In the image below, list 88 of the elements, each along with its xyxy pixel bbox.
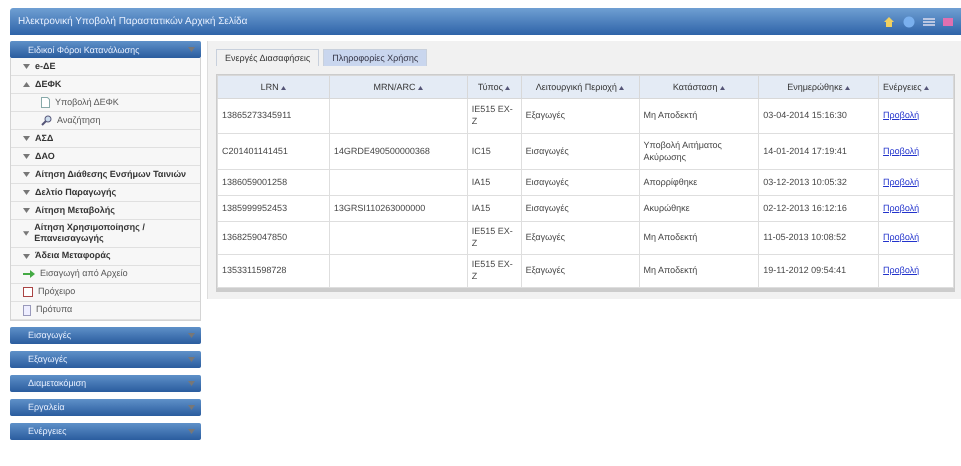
- sort-icon: [281, 86, 286, 90]
- column-header[interactable]: Λειτουργική Περιοχή: [521, 76, 640, 98]
- table-cell: IE515 EX-Z: [467, 254, 522, 288]
- section-header[interactable]: Ενέργειες: [10, 422, 201, 440]
- section-header[interactable]: Διαμετακόμιση: [10, 374, 201, 392]
- table-cell: Εξαγωγές: [521, 254, 640, 288]
- sidebar-header[interactable]: Ειδικοί Φόροι Κατανάλωσης: [10, 41, 201, 58]
- table-cell: 1353311598728: [218, 254, 330, 288]
- section-header[interactable]: Εργαλεία: [10, 398, 201, 416]
- table-cell: 03-12-2013 10:05:32: [758, 170, 879, 196]
- sort-icon: [505, 86, 510, 90]
- table-cell: Εισαγωγές: [521, 170, 640, 196]
- caret-icon: [23, 82, 30, 87]
- table-cell: 1386059001258: [218, 170, 330, 196]
- document-icon: [41, 97, 50, 108]
- view-link[interactable]: Προβολή: [883, 232, 920, 242]
- caret-icon: [23, 230, 30, 236]
- table-cell: 1368259047850: [218, 222, 330, 254]
- column-header[interactable]: Κατάσταση: [639, 76, 759, 98]
- caret-icon: [23, 254, 30, 258]
- table-cell: Απορρίφθηκε: [639, 170, 759, 196]
- tab[interactable]: Πληροφορίες Χρήσης: [323, 49, 428, 66]
- menu-item[interactable]: Εισαγωγή από Αρχείο: [11, 266, 200, 284]
- frame-icon: [23, 287, 33, 297]
- view-link[interactable]: Προβολή: [883, 110, 920, 120]
- view-link[interactable]: Προβολή: [883, 146, 920, 156]
- arrow-icon: [23, 270, 35, 278]
- caret-icon: [188, 47, 195, 52]
- column-header[interactable]: Τύπος: [467, 76, 522, 98]
- table-cell: Μη Αποδεκτή: [639, 254, 759, 288]
- view-link[interactable]: Προβολή: [883, 202, 920, 213]
- menu-item[interactable]: Πρότυπα: [11, 302, 200, 320]
- table-cell: Εξαγωγές: [521, 98, 640, 134]
- caret-icon: [188, 404, 195, 410]
- table-cell: Ακυρώθηκε: [639, 196, 759, 222]
- table-cell: 1385999952453: [218, 196, 330, 222]
- table-cell: Μη Αποδεκτή: [639, 98, 759, 134]
- section-header[interactable]: Εξαγωγές: [10, 350, 201, 368]
- table-cell: Εξαγωγές: [521, 222, 640, 254]
- table-cell: Εισαγωγές: [521, 134, 640, 170]
- column-header[interactable]: LRN: [218, 76, 330, 98]
- menu-group[interactable]: Άδεια Μεταφοράς: [11, 248, 200, 266]
- tab[interactable]: Ενεργές Διασαφήσεις: [216, 49, 320, 66]
- sort-icon: [924, 86, 930, 90]
- table-cell: 14-01-2014 17:19:41: [758, 134, 879, 170]
- caret-icon: [23, 172, 30, 177]
- table-cell: Μη Αποδεκτή: [639, 222, 759, 254]
- sort-icon: [720, 86, 725, 90]
- document-icon: [23, 304, 31, 316]
- menu-item[interactable]: Υποβολή ΔΕΦΚ: [11, 94, 200, 112]
- table-cell: 19-11-2012 09:54:41: [758, 254, 879, 288]
- menu-group[interactable]: Αίτηση Χρησιμοποίησης / Επανεισαγωγής: [11, 220, 200, 248]
- section-header[interactable]: Εισαγωγές: [10, 326, 201, 344]
- table-cell: Εισαγωγές: [521, 196, 640, 222]
- table-cell: 13865273345911: [218, 98, 330, 134]
- sort-icon: [845, 86, 850, 90]
- table-cell: 13GRSI110263000000: [329, 196, 468, 222]
- table-cell: C201401141451: [218, 134, 330, 170]
- column-header[interactable]: Ενημερώθηκε: [758, 76, 879, 98]
- caret-icon: [23, 64, 30, 69]
- menu-icon[interactable]: [923, 16, 935, 26]
- caret-icon: [188, 332, 195, 338]
- menu-item[interactable]: Πρόχειρο: [11, 284, 200, 302]
- window-title: Ηλεκτρονική Υποβολή Παραστατικών Αρχική Σελίδα: [18, 16, 248, 27]
- sort-icon: [619, 86, 624, 90]
- caret-icon: [23, 190, 30, 195]
- table-cell: IE515 EX-Z: [467, 222, 522, 254]
- caret-icon: [188, 428, 195, 434]
- column-header[interactable]: Ενέργειες: [878, 76, 954, 98]
- caret-icon: [188, 356, 195, 362]
- column-header[interactable]: MRN/ARC: [329, 76, 468, 98]
- table-cell: 14GRDE490500000368: [329, 134, 468, 170]
- search-icon: [41, 115, 52, 126]
- table-cell: IC15: [467, 134, 522, 170]
- view-link[interactable]: Προβολή: [883, 176, 920, 187]
- table-cell: 11-05-2013 10:08:52: [758, 222, 879, 254]
- caret-icon: [23, 208, 30, 213]
- caret-icon: [23, 136, 30, 141]
- table-cell: 02-12-2013 16:12:16: [758, 196, 879, 222]
- caret-icon: [188, 380, 195, 386]
- table-cell: IE515 EX-Z: [467, 98, 522, 134]
- table-cell: IA15: [467, 170, 522, 196]
- caret-icon: [23, 154, 30, 159]
- sort-icon: [418, 86, 424, 90]
- view-link[interactable]: Προβολή: [883, 265, 920, 276]
- table-cell: 03-04-2014 15:16:30: [758, 98, 879, 134]
- table-cell: Υποβολή Αιτήματος Ακύρωσης: [639, 134, 759, 170]
- table-cell: IA15: [467, 196, 522, 222]
